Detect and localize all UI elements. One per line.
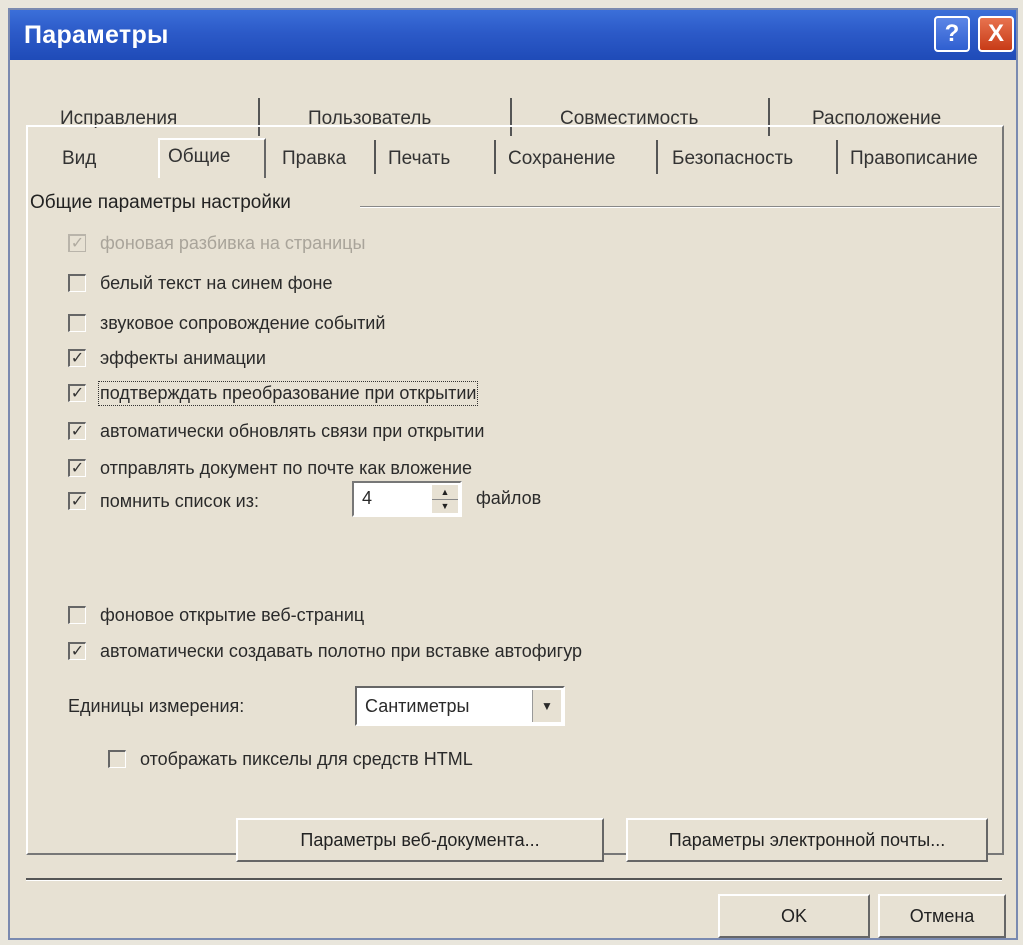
option-label: отправлять документ по почте как вложени…	[100, 457, 473, 478]
checkbox: ✓	[68, 459, 86, 477]
options-dialog: Параметры ? X Исправления Пользователь С…	[8, 8, 1018, 940]
option-label: белый текст на синем фоне	[100, 272, 333, 293]
title-bar[interactable]: Параметры ? X	[10, 10, 1016, 60]
email-options-button[interactable]: Параметры электронной почты...	[626, 818, 988, 862]
option-label: звуковое сопровождение событий	[100, 312, 386, 333]
option-update-links[interactable]: ✓ автоматически обновлять связи при откр…	[68, 416, 484, 446]
stepper-value: 4	[362, 488, 373, 508]
checkbox: ✓	[68, 234, 86, 252]
option-label: автоматически создавать полотно при вста…	[100, 640, 583, 661]
close-button[interactable]: X	[978, 16, 1014, 52]
option-confirm-conversion[interactable]: ✓ подтверждать преобразование при открыт…	[68, 378, 479, 408]
web-options-button[interactable]: Параметры веб-документа...	[236, 818, 604, 862]
units-select[interactable]: Сантиметры ▼	[355, 686, 565, 726]
units-label: Единицы измерения:	[68, 696, 245, 716]
checkbox	[108, 750, 126, 768]
footer-divider	[26, 878, 1002, 881]
checkbox: ✓	[68, 492, 86, 510]
option-label: фоновая разбивка на страницы	[100, 232, 366, 253]
option-sound-feedback[interactable]: звуковое сопровождение событий	[68, 308, 385, 338]
checkbox	[68, 314, 86, 332]
checkbox: ✓	[68, 384, 86, 402]
cancel-button[interactable]: Отмена	[878, 894, 1006, 938]
help-button[interactable]: ?	[934, 16, 970, 52]
option-label: подтверждать преобразование при открытии	[97, 380, 479, 406]
files-suffix: файлов	[476, 488, 542, 508]
stepper-down-icon[interactable]: ▼	[432, 499, 458, 513]
option-background-pagination[interactable]: ✓ фоновая разбивка на страницы	[68, 228, 365, 258]
checkbox: ✓	[68, 422, 86, 440]
checkbox: ✓	[68, 349, 86, 367]
group-divider	[360, 206, 1000, 208]
stepper-buttons: ▲ ▼	[432, 485, 458, 513]
ok-button[interactable]: OK	[718, 894, 870, 938]
option-label: фоновое открытие веб-страниц	[100, 604, 365, 625]
checkbox	[68, 274, 86, 292]
checkbox: ✓	[68, 642, 86, 660]
stepper-up-icon[interactable]: ▲	[432, 485, 458, 500]
chevron-down-icon[interactable]: ▼	[532, 690, 561, 722]
option-label: автоматически обновлять связи при открыт…	[100, 420, 485, 441]
option-animation[interactable]: ✓ эффекты анимации	[68, 343, 266, 373]
option-recent-files[interactable]: ✓ помнить список из:	[68, 486, 259, 516]
option-show-pixels[interactable]: отображать пикселы для средств HTML	[108, 744, 473, 774]
option-mail-attachment[interactable]: ✓ отправлять документ по почте как вложе…	[68, 453, 472, 483]
option-auto-canvas[interactable]: ✓ автоматически создавать полотно при вс…	[68, 636, 582, 666]
checkbox	[68, 606, 86, 624]
units-value: Сантиметры	[365, 696, 470, 716]
recent-files-stepper[interactable]: 4 ▲ ▼	[352, 481, 462, 517]
group-title: Общие параметры настройки	[30, 192, 299, 214]
option-label: эффекты анимации	[100, 347, 266, 368]
option-label: отображать пикселы для средств HTML	[140, 748, 473, 769]
option-background-web-open[interactable]: фоновое открытие веб-страниц	[68, 600, 364, 630]
option-label: помнить список из:	[100, 490, 259, 511]
option-white-on-blue[interactable]: белый текст на синем фоне	[68, 268, 333, 298]
dialog-title: Параметры	[24, 21, 169, 49]
